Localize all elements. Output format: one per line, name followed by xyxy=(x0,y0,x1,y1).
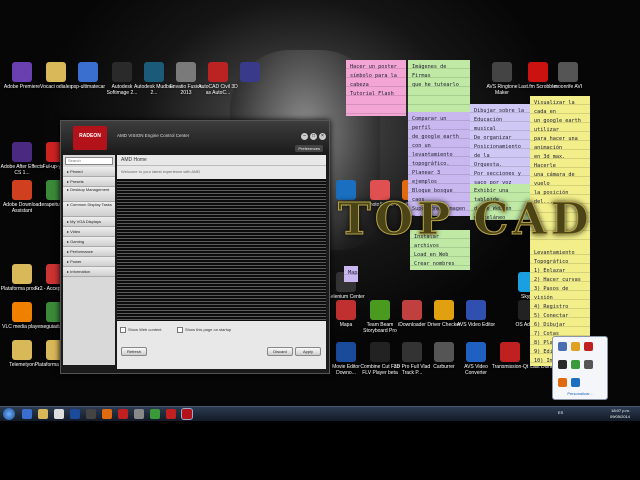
taskbar-explorer-icon[interactable] xyxy=(22,409,32,419)
letterbox-bar xyxy=(0,421,640,480)
desktop-icon[interactable]: AVS Video Editor xyxy=(454,300,498,328)
sidebar: Search ▸ Pinned ▸ Presets ▸ Desktop Manage… xyxy=(63,155,115,365)
desktop-icon[interactable] xyxy=(228,62,272,84)
desktop-icon-label: AutoCAD Civil 3D as AutoC... xyxy=(198,84,238,96)
taskbar-app4-icon[interactable] xyxy=(150,409,160,419)
sticky-note[interactable]: Dibujar sobre la Educación musical De or… xyxy=(470,104,530,196)
breadcrumb: AMD Home xyxy=(117,155,326,166)
app-icon xyxy=(144,62,164,82)
customize-link[interactable]: Personalizar... xyxy=(553,391,607,396)
taskbar-amd-icon[interactable] xyxy=(181,408,193,420)
app-icon xyxy=(78,62,98,82)
show-web-content-checkbox[interactable]: Show Web content xyxy=(120,327,162,333)
sticky-note[interactable]: Imágenes de Firmas que he tutearlo xyxy=(408,60,470,116)
sidebar-item[interactable]: ▸ My VGA Displays xyxy=(63,217,115,227)
sidebar-item[interactable]: ▸ Gaming xyxy=(63,237,115,247)
app-icon xyxy=(12,264,32,284)
taskbar-media-icon[interactable] xyxy=(54,409,64,419)
tray-overflow-popup: Personalizar... xyxy=(552,336,608,400)
app-icon xyxy=(402,342,422,362)
sidebar-item[interactable]: ▸ Power xyxy=(63,257,115,267)
search-input[interactable]: Search xyxy=(65,157,113,165)
sidebar-item[interactable]: ▸ Information xyxy=(63,267,115,277)
taskbar-app3-icon[interactable] xyxy=(134,409,144,419)
app-icon xyxy=(336,342,356,362)
app-icon xyxy=(558,62,578,82)
app-icon xyxy=(46,62,66,82)
app-icon xyxy=(466,300,486,320)
taskbar: ES 18:07 p.m. 09/05/2014 xyxy=(0,406,640,421)
main-panel: AMD Home Welcome to your latest experien… xyxy=(117,155,326,369)
checkbox-icon xyxy=(120,327,126,333)
taskbar-folder-icon[interactable] xyxy=(38,409,48,419)
app-icon xyxy=(176,62,196,82)
desktop-icon-label: moonrife AVI xyxy=(553,84,583,90)
sidebar-item[interactable]: ▸ Presets xyxy=(63,177,115,187)
window-title: AMD VISION Engine Control Center xyxy=(117,133,190,138)
app-icon xyxy=(12,62,32,82)
tray-app-icon[interactable] xyxy=(558,360,567,369)
maximize-icon[interactable]: □ xyxy=(310,133,317,140)
web-content-area xyxy=(117,179,326,321)
app-icon xyxy=(434,300,454,320)
app-icon xyxy=(370,342,390,362)
app-icon xyxy=(12,142,32,162)
language-indicator[interactable]: ES xyxy=(558,410,563,415)
taskbar-firefox-icon[interactable] xyxy=(102,409,112,419)
apply-button[interactable]: Apply xyxy=(295,347,321,356)
app-icon xyxy=(528,62,548,82)
app-icon xyxy=(492,62,512,82)
sidebar-item[interactable]: ▸ Performance xyxy=(63,247,115,257)
welcome-text: Welcome to your latest experience with A… xyxy=(121,169,201,174)
desktop-icon[interactable]: moonrife AVI xyxy=(546,62,590,90)
radeon-logo: RADEON xyxy=(73,126,107,150)
tray-device-icon[interactable] xyxy=(584,360,593,369)
tray-warning-icon[interactable] xyxy=(571,342,580,351)
app-icon xyxy=(12,180,32,200)
checkbox-icon xyxy=(177,327,183,333)
app-icon xyxy=(208,62,228,82)
window-header: RADEON AMD VISION Engine Control Center … xyxy=(61,121,329,153)
app-icon xyxy=(370,300,390,320)
discard-button[interactable]: Discard xyxy=(267,347,293,356)
taskbar-app5-icon[interactable] xyxy=(166,409,176,419)
window-controls: – □ × xyxy=(299,124,326,142)
close-icon[interactable]: × xyxy=(319,133,326,140)
sidebar-item[interactable]: ▸ Common Display Tasks xyxy=(63,202,115,217)
tray-network-icon[interactable] xyxy=(558,342,567,351)
preferences-button[interactable]: Preferences xyxy=(295,145,323,152)
amd-control-center-window[interactable]: RADEON AMD VISION Engine Control Center … xyxy=(60,120,330,374)
taskbar-photoshop-icon[interactable] xyxy=(70,409,80,419)
app-icon xyxy=(12,302,32,322)
refresh-button[interactable]: Refresh xyxy=(121,347,147,356)
tray-amd-icon[interactable] xyxy=(584,342,593,351)
app-icon xyxy=(112,62,132,82)
app-icon xyxy=(240,62,260,82)
tray-bluetooth-icon[interactable] xyxy=(571,378,580,387)
app-icon xyxy=(466,342,486,362)
sticky-note[interactable]: Mapa xyxy=(344,266,358,282)
tray-update-icon[interactable] xyxy=(571,360,580,369)
app-icon xyxy=(12,340,32,360)
show-on-startup-checkbox[interactable]: Show this page on startup xyxy=(177,327,231,333)
app-icon xyxy=(434,342,454,362)
sticky-note[interactable]: Hacer un poster símbolo para la cabeza T… xyxy=(346,60,406,116)
sidebar-item[interactable]: ▸ Pinned xyxy=(63,167,115,177)
app-icon xyxy=(336,300,356,320)
sidebar-item[interactable]: ▸ Video xyxy=(63,227,115,237)
desktop: Adobe Premiere Vocaci odiales psp-ultimate… xyxy=(0,0,640,406)
sidebar-item[interactable]: ▸ Desktop Management xyxy=(63,187,115,202)
taskbar-app2-icon[interactable] xyxy=(118,409,128,419)
taskbar-app-icon[interactable] xyxy=(86,409,96,419)
desktop-icon-label: AVS Video Editor xyxy=(456,322,496,328)
start-button-icon[interactable] xyxy=(3,408,15,420)
app-icon xyxy=(500,342,520,362)
tray-media-icon[interactable] xyxy=(558,378,567,387)
clock[interactable]: 18:07 p.m. 09/05/2014 xyxy=(610,408,630,420)
watermark: TOP CAD xyxy=(338,194,593,246)
app-icon xyxy=(402,300,422,320)
minimize-icon[interactable]: – xyxy=(301,133,308,140)
